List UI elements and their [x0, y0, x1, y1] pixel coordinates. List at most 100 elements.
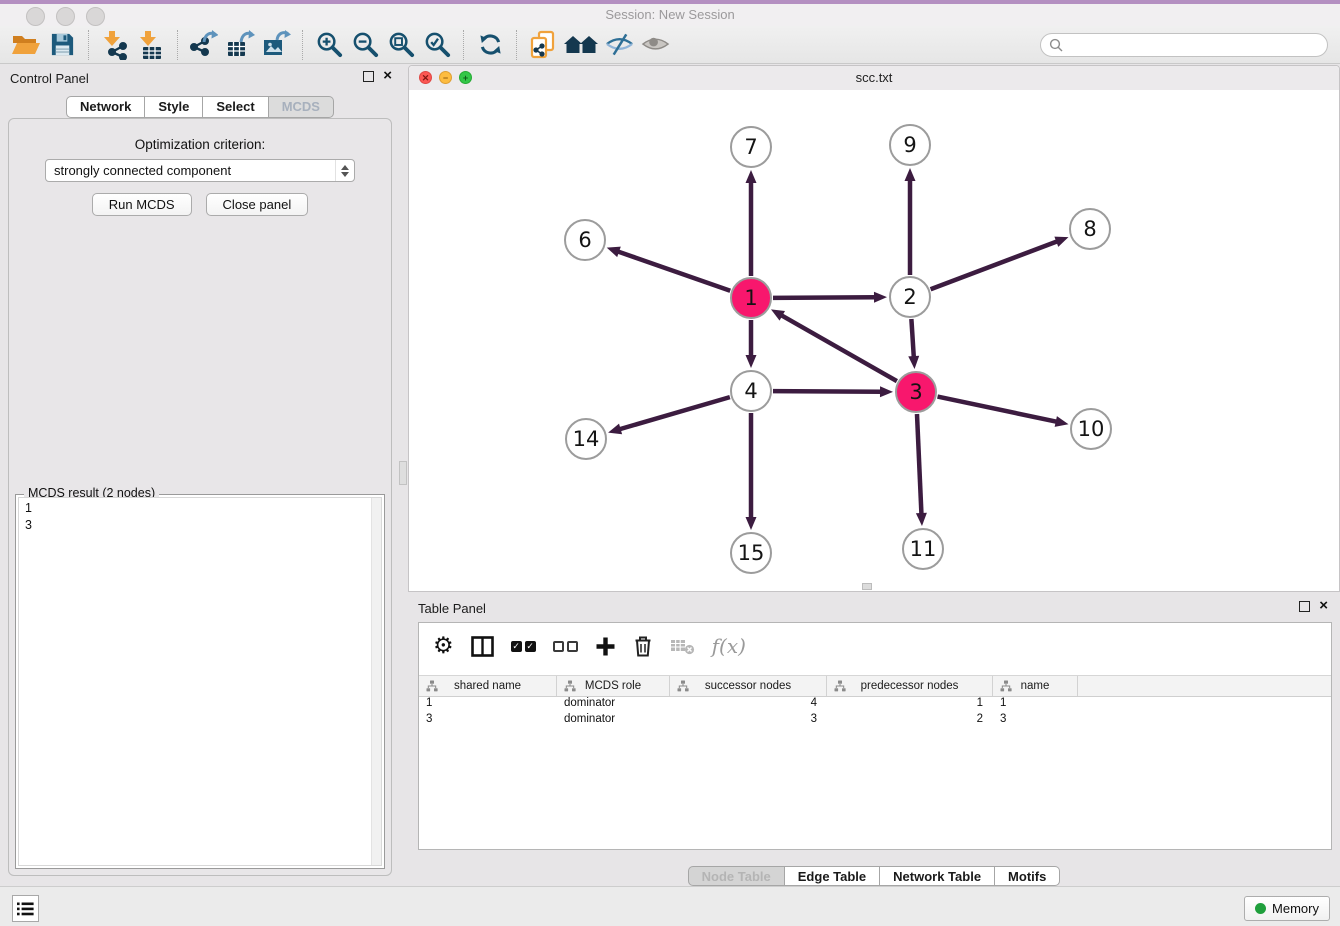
mcds-result-line: 1 — [19, 498, 381, 517]
column-label: MCDS role — [585, 680, 641, 692]
graph-node-3[interactable]: 3 — [895, 371, 937, 413]
column-label: successor nodes — [705, 680, 791, 692]
network-canvas[interactable]: 7 9 6 8 1 2 4 3 14 10 15 11 — [409, 90, 1339, 591]
task-history-button[interactable] — [12, 895, 39, 922]
table-cell: 1 — [993, 697, 1078, 713]
table-toolbar: ⚙ ✓✓ f(x) — [419, 623, 1331, 669]
memory-label: Memory — [1272, 901, 1319, 916]
select-stepper-icon — [335, 160, 354, 181]
graph-node-8[interactable]: 8 — [1069, 208, 1111, 250]
column-header-name[interactable]: name — [993, 676, 1078, 696]
tab-select[interactable]: Select — [203, 96, 268, 118]
add-column-icon[interactable] — [595, 636, 616, 657]
graph-node-9[interactable]: 9 — [889, 124, 931, 166]
float-panel-icon[interactable] — [363, 71, 374, 82]
table-row[interactable]: 3dominator323 — [419, 713, 1331, 729]
graph-edge-1-6[interactable] — [607, 247, 731, 291]
canvas-resize-grip[interactable] — [862, 583, 872, 590]
result-scrollbar[interactable] — [371, 498, 381, 865]
optimization-select[interactable]: strongly connected component — [45, 159, 355, 182]
zoom-selected-icon[interactable] — [419, 28, 455, 62]
control-panel-tabs: NetworkStyleSelectMCDS — [0, 96, 400, 118]
split-table-icon[interactable] — [471, 636, 494, 657]
tab-node-table[interactable]: Node Table — [688, 866, 785, 886]
memory-button[interactable]: Memory — [1244, 896, 1330, 921]
network-from-selection-icon[interactable] — [525, 28, 561, 62]
import-network-icon[interactable] — [97, 28, 133, 62]
tab-edge-table[interactable]: Edge Table — [785, 866, 880, 886]
column-header-shared-name[interactable]: shared name — [419, 676, 557, 696]
delete-column-icon[interactable] — [633, 635, 653, 658]
import-table-icon[interactable] — [133, 28, 169, 62]
mcds-panel: Optimization criterion: strongly connect… — [8, 118, 392, 876]
graph-node-6[interactable]: 6 — [564, 219, 606, 261]
table-cell: 2 — [827, 713, 993, 729]
panel-splitter-grip[interactable] — [399, 461, 407, 485]
search-box[interactable] — [1040, 33, 1328, 57]
column-header-predecessor-nodes[interactable]: predecessor nodes — [827, 676, 993, 696]
tab-mcds[interactable]: MCDS — [269, 96, 334, 118]
refresh-view-icon[interactable] — [472, 28, 508, 62]
tab-network-table[interactable]: Network Table — [880, 866, 995, 886]
close-table-panel-icon[interactable]: × — [1319, 600, 1328, 612]
graph-edge-2-3[interactable] — [908, 319, 919, 369]
graph-node-1[interactable]: 1 — [730, 277, 772, 319]
node-table: shared name MCDS role successor nodes prede… — [419, 675, 1331, 849]
table-row[interactable]: 1dominator411 — [419, 697, 1331, 713]
graph-node-7[interactable]: 7 — [730, 126, 772, 168]
deselect-all-columns-icon[interactable] — [553, 641, 578, 652]
graph-edges — [409, 90, 1339, 591]
graph-node-2[interactable]: 2 — [889, 276, 931, 318]
graph-edge-1-2[interactable] — [773, 292, 887, 303]
graph-node-14[interactable]: 14 — [565, 418, 607, 460]
export-network-icon[interactable] — [186, 28, 222, 62]
toolbar-separator — [516, 30, 517, 60]
zoom-out-icon[interactable] — [347, 28, 383, 62]
graph-edge-3-11[interactable] — [916, 414, 927, 526]
graph-edge-4-15[interactable] — [746, 413, 757, 530]
table-tabs: Node TableEdge TableNetwork TableMotifs — [408, 866, 1340, 886]
search-input[interactable] — [1067, 37, 1327, 54]
show-all-icon[interactable] — [637, 28, 673, 62]
zoom-in-icon[interactable] — [311, 28, 347, 62]
graph-node-4[interactable]: 4 — [730, 370, 772, 412]
close-panel-button[interactable]: Close panel — [206, 193, 309, 216]
table-cell: 4 — [670, 697, 827, 713]
graph-edge-2-8[interactable] — [931, 237, 1069, 290]
tab-motifs[interactable]: Motifs — [995, 866, 1060, 886]
export-image-icon[interactable] — [258, 28, 294, 62]
tab-style[interactable]: Style — [145, 96, 203, 118]
toolbar-separator — [88, 30, 89, 60]
network-window-titlebar: ✕ − + scc.txt — [409, 66, 1339, 91]
column-label: name — [1021, 680, 1050, 692]
hide-selected-icon[interactable] — [601, 28, 637, 62]
save-session-icon[interactable] — [44, 28, 80, 62]
delete-table-icon — [670, 637, 695, 655]
column-header-mcds-role[interactable]: MCDS role — [557, 676, 670, 696]
mcds-result-text[interactable]: 13 — [18, 497, 382, 866]
table-cell: 3 — [419, 713, 557, 729]
graph-node-10[interactable]: 10 — [1070, 408, 1112, 450]
graph-edge-1-4[interactable] — [746, 320, 757, 368]
graph-node-11[interactable]: 11 — [902, 528, 944, 570]
table-settings-gear-icon[interactable]: ⚙ — [433, 635, 454, 657]
tab-network[interactable]: Network — [66, 96, 145, 118]
run-mcds-button[interactable]: Run MCDS — [92, 193, 192, 216]
open-session-icon[interactable] — [8, 28, 44, 62]
home-view-icon[interactable] — [561, 28, 601, 62]
float-table-panel-icon[interactable] — [1299, 601, 1310, 612]
graph-edge-4-3[interactable] — [773, 386, 893, 397]
select-all-columns-icon[interactable]: ✓✓ — [511, 641, 536, 652]
zoom-fit-icon[interactable] — [383, 28, 419, 62]
graph-node-15[interactable]: 15 — [730, 532, 772, 574]
graph-edge-1-7[interactable] — [746, 170, 757, 276]
node-table-body: ⚙ ✓✓ f(x) shared name MCDS role successor … — [418, 622, 1332, 850]
app-title: Session: New Session — [0, 7, 1340, 22]
graph-edge-2-9[interactable] — [905, 168, 916, 275]
column-header-successor-nodes[interactable]: successor nodes — [670, 676, 827, 696]
graph-edge-3-1[interactable] — [771, 309, 897, 381]
graph-edge-4-14[interactable] — [608, 397, 730, 434]
close-panel-icon[interactable]: × — [383, 70, 392, 82]
export-table-icon[interactable] — [222, 28, 258, 62]
graph-edge-3-10[interactable] — [938, 397, 1069, 427]
